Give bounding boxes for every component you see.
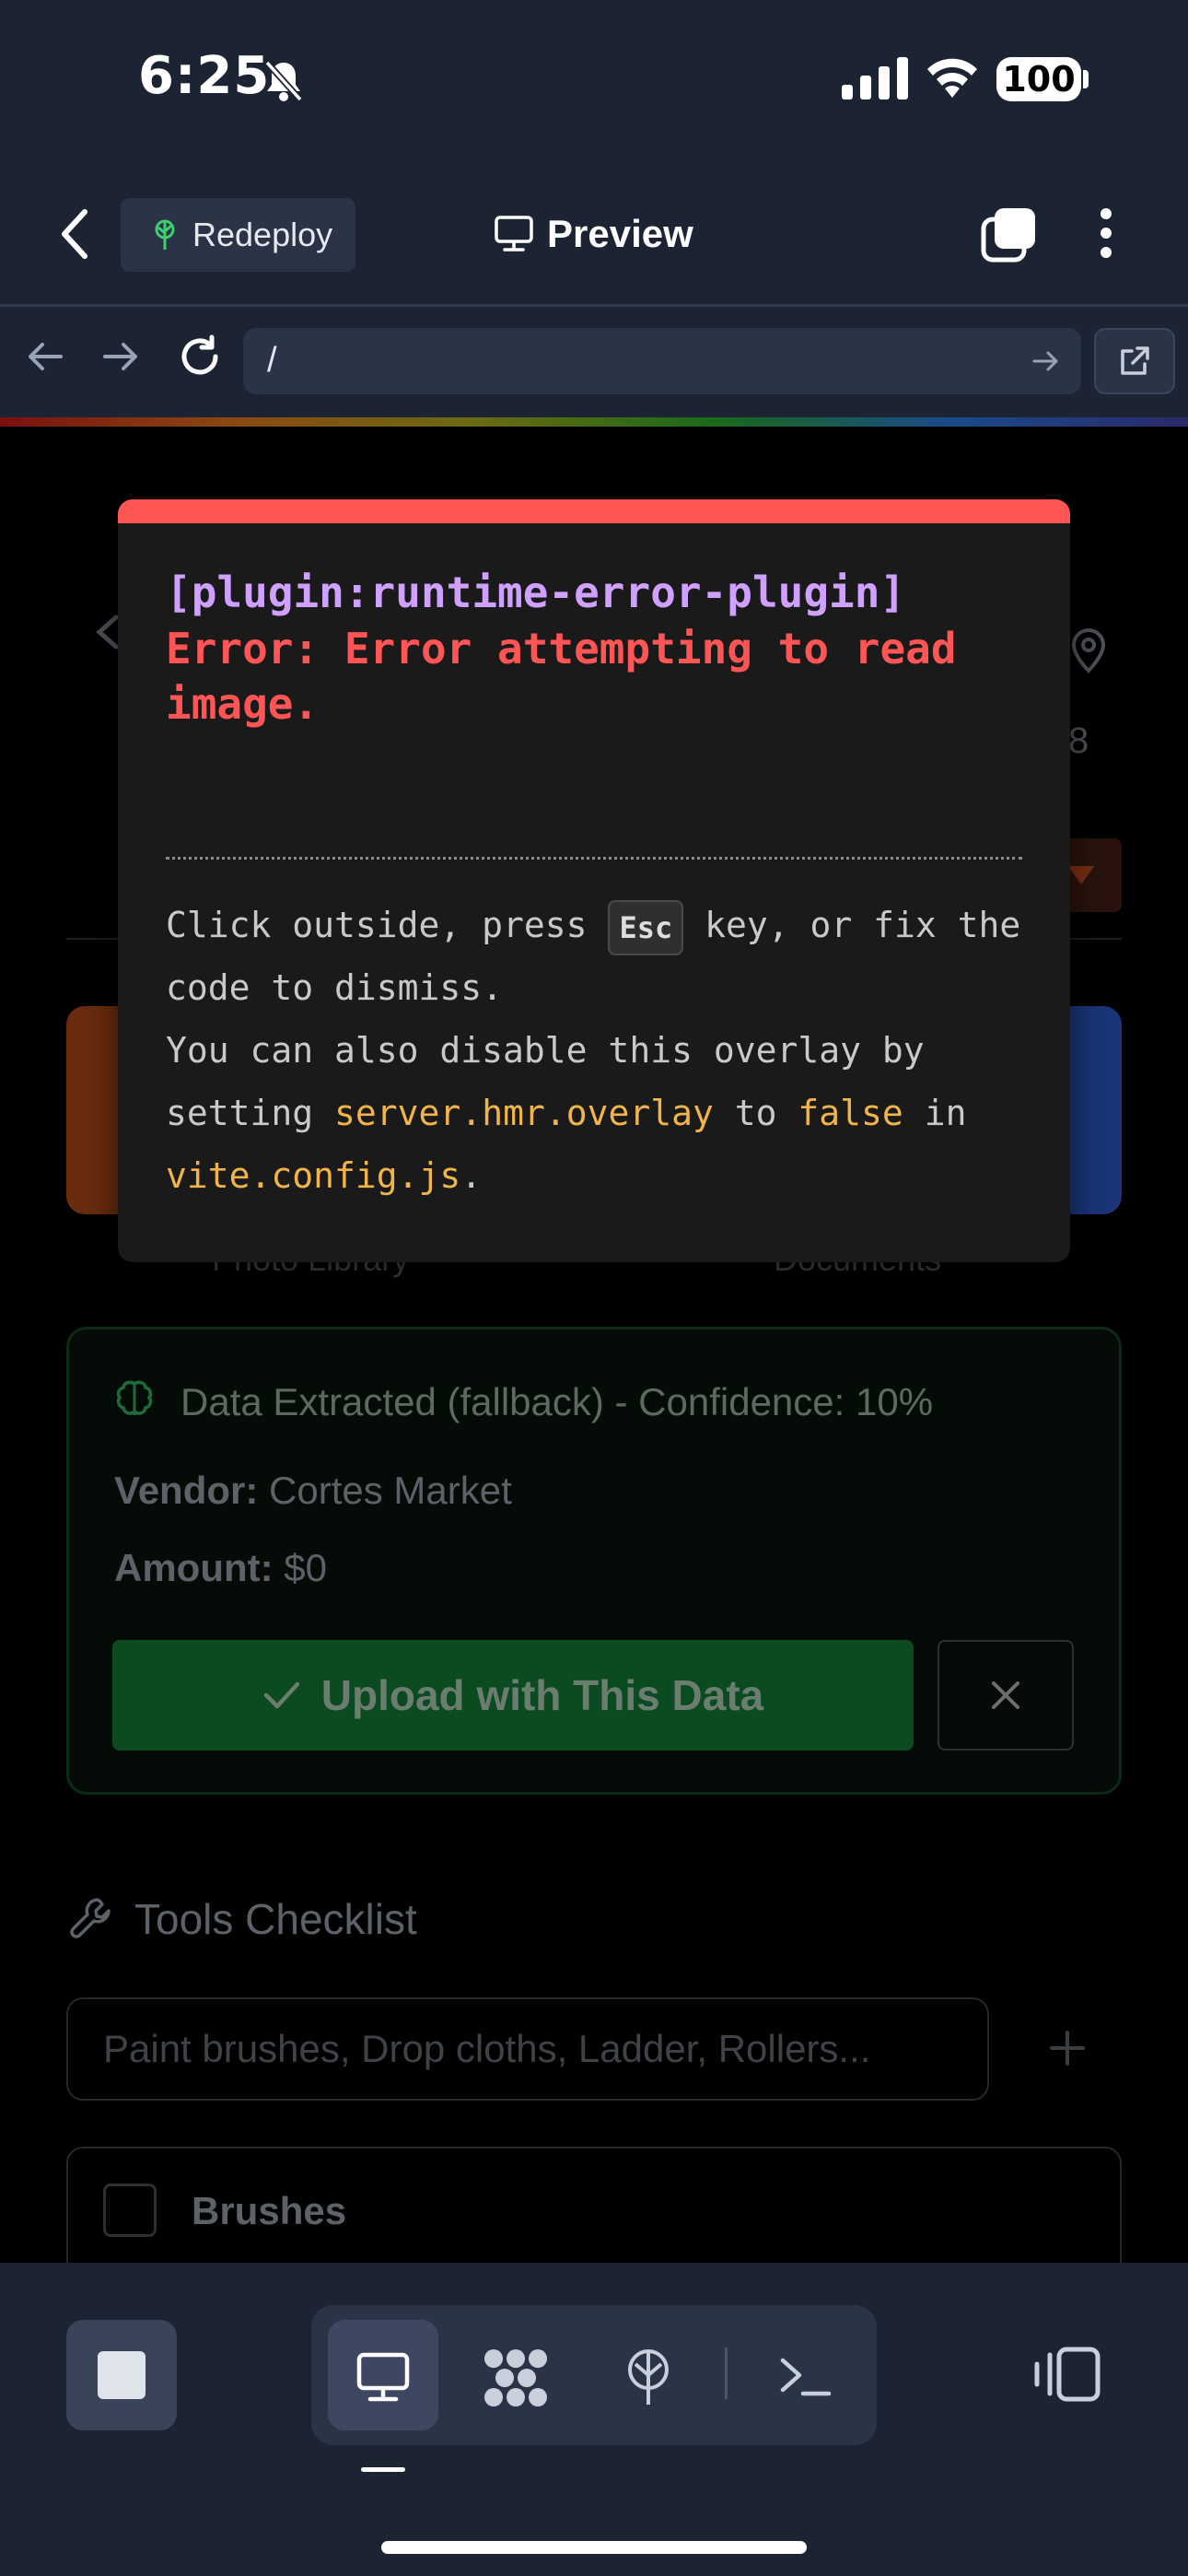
panel-layout-icon[interactable] xyxy=(1030,2344,1103,2405)
cellular-signal-icon xyxy=(842,57,908,100)
preview-title: Preview xyxy=(494,205,693,263)
error-message: Error: Error attempting to read image. xyxy=(166,624,957,729)
deploy-tree-icon[interactable] xyxy=(619,2348,678,2406)
url-text[interactable]: / xyxy=(267,341,277,381)
overlay-tip: Click outside, press Esc key, or fix the… xyxy=(166,894,1050,1207)
bell-muted-icon xyxy=(264,60,303,102)
close-icon xyxy=(992,1681,1019,1709)
tools-input-placeholder[interactable]: Paint brushes, Drop cloths, Ladder, Roll… xyxy=(103,2027,870,2071)
agent-knot-icon[interactable] xyxy=(481,2346,551,2410)
vendor-line: Vendor: Cortes Market xyxy=(114,1469,512,1513)
stop-icon xyxy=(98,2351,146,2399)
dropdown-caret-icon xyxy=(1068,866,1094,884)
partial-number: 8 xyxy=(1068,720,1089,761)
code-vite-config: vite.config.js xyxy=(166,1155,461,1196)
home-indicator xyxy=(381,2541,807,2554)
amount-label: Amount: xyxy=(114,1546,274,1589)
tools-checklist-title: Tools Checklist xyxy=(134,1895,417,1943)
tabs-switcher-icon[interactable] xyxy=(980,206,1037,263)
redeploy-button[interactable]: Redeploy xyxy=(121,198,355,272)
wrench-icon xyxy=(70,1898,111,1938)
url-bar[interactable] xyxy=(243,328,1081,394)
redeploy-label: Redeploy xyxy=(192,216,333,253)
checkbox-brushes[interactable] xyxy=(103,2184,157,2237)
monitor-icon xyxy=(495,216,533,252)
active-tab-indicator xyxy=(361,2467,405,2472)
reload-icon[interactable] xyxy=(177,334,223,380)
more-options-icon[interactable] xyxy=(1096,205,1116,262)
switcher-divider xyxy=(725,2348,728,2399)
add-tool-plus-icon[interactable] xyxy=(1046,2027,1089,2069)
checkmark-icon xyxy=(263,1681,300,1709)
loading-gradient-bar xyxy=(0,417,1188,427)
tip-to: to xyxy=(734,1093,777,1133)
open-external-button[interactable] xyxy=(1094,328,1175,394)
overlay-divider xyxy=(166,857,1022,860)
code-hmr-overlay: server.hmr.overlay xyxy=(334,1093,714,1133)
vite-error-overlay[interactable]: [plugin:runtime-error-plugin] Error: Err… xyxy=(118,499,1070,1262)
dismiss-extract-button[interactable] xyxy=(938,1640,1074,1751)
tip-period: . xyxy=(460,1155,483,1196)
tip-text-1: Click outside, press xyxy=(166,905,588,945)
battery-tip xyxy=(1083,70,1089,88)
browser-back-icon[interactable] xyxy=(24,335,66,378)
overlay-accent-bar xyxy=(118,499,1070,523)
terminal-icon[interactable] xyxy=(775,2348,834,2406)
plugin-name: [plugin:runtime-error-plugin] xyxy=(166,568,906,617)
deploy-tree-icon xyxy=(155,219,175,250)
stop-button[interactable] xyxy=(66,2320,177,2430)
extract-title: Data Extracted (fallback) - Confidence: … xyxy=(181,1380,934,1423)
external-link-icon xyxy=(1121,346,1149,375)
wifi-icon xyxy=(927,58,977,98)
battery-indicator: 100 xyxy=(996,57,1081,101)
back-chevron-icon[interactable] xyxy=(57,206,94,262)
vendor-label: Vendor: xyxy=(114,1469,259,1512)
location-pin-icon xyxy=(1071,627,1106,673)
monitor-icon xyxy=(356,2352,410,2402)
upload-with-data-button[interactable]: Upload with This Data xyxy=(112,1640,914,1751)
amount-line: Amount: $0 xyxy=(114,1546,327,1590)
preview-label: Preview xyxy=(547,212,693,255)
brain-icon xyxy=(116,1380,153,1415)
tip-in: in xyxy=(924,1093,967,1133)
checklist-item-label: Brushes xyxy=(192,2189,347,2232)
upload-label: Upload with This Data xyxy=(320,1671,764,1719)
esc-key: Esc xyxy=(608,899,684,955)
vendor-value: Cortes Market xyxy=(269,1469,512,1512)
browser-forward-icon[interactable] xyxy=(99,335,142,378)
status-time: 6:25 xyxy=(138,46,271,106)
url-go-arrow-icon[interactable] xyxy=(1030,345,1063,378)
amount-value: $0 xyxy=(284,1546,328,1589)
code-false: false xyxy=(798,1093,903,1133)
